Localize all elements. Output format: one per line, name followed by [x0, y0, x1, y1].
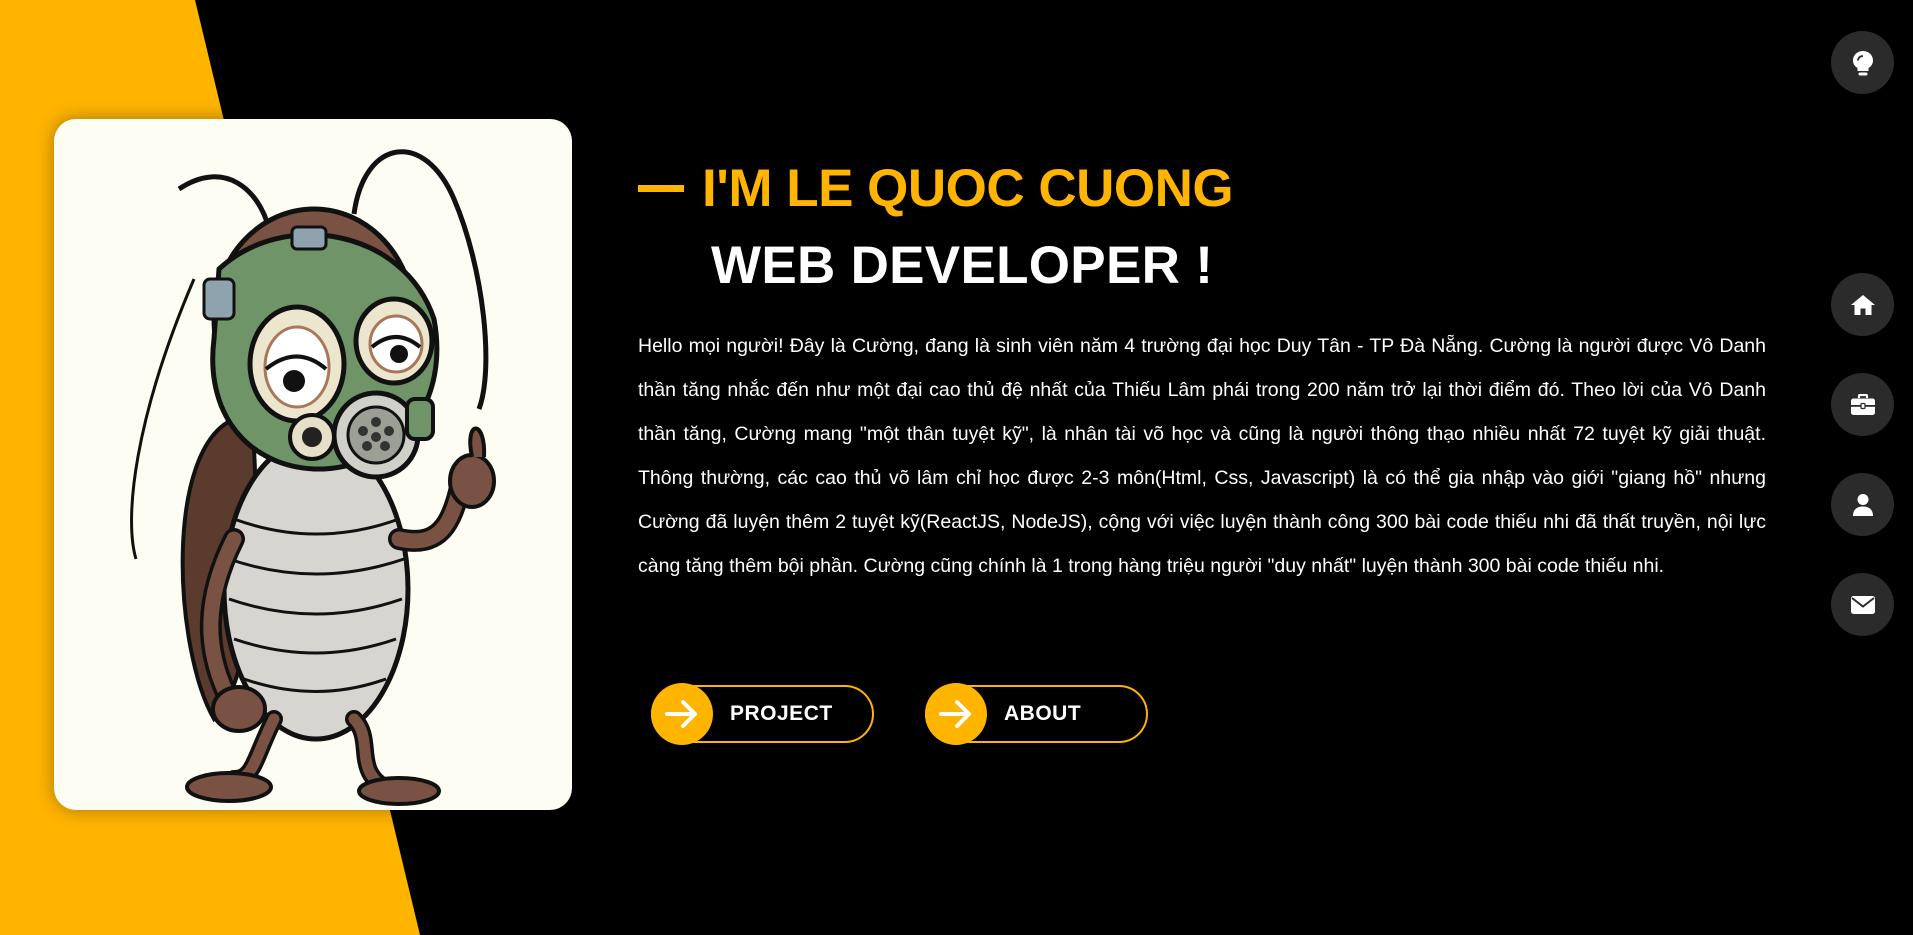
arrow-right-icon — [925, 683, 987, 745]
greeting-line: I'M LE QUOC CUONG — [638, 155, 1768, 221]
home-icon — [1850, 294, 1875, 315]
accent-dash — [638, 184, 684, 192]
project-button[interactable]: PROJECT — [651, 683, 874, 745]
about-button-label: ABOUT — [1004, 702, 1082, 725]
cta-buttons: PROJECT ABOUT — [651, 683, 1148, 745]
nav-about-button[interactable] — [1831, 473, 1894, 536]
theme-toggle-button[interactable] — [1831, 31, 1894, 94]
nav-contact-button[interactable] — [1831, 573, 1894, 636]
arrow-right-icon — [651, 683, 713, 745]
briefcase-icon — [1850, 393, 1875, 415]
side-nav — [1831, 0, 1895, 935]
project-button-label: PROJECT — [730, 702, 833, 725]
role-title: WEB DEVELOPER ! — [711, 236, 1214, 295]
nav-portfolio-button[interactable] — [1831, 373, 1894, 436]
cockroach-gasmask-illustration — [130, 149, 496, 806]
intro-section: I'M LE QUOC CUONG WEB DEVELOPER ! Hello … — [638, 155, 1768, 588]
greeting-title: I'M LE QUOC CUONG — [702, 158, 1234, 218]
portrait-card — [54, 119, 572, 810]
bio-paragraph: Hello mọi người! Đây là Cường, đang là s… — [638, 335, 1766, 577]
envelope-icon — [1850, 595, 1875, 614]
about-button[interactable]: ABOUT — [925, 683, 1148, 745]
lightbulb-icon — [1852, 50, 1873, 75]
nav-home-button[interactable] — [1831, 273, 1894, 336]
user-icon — [1852, 493, 1873, 516]
